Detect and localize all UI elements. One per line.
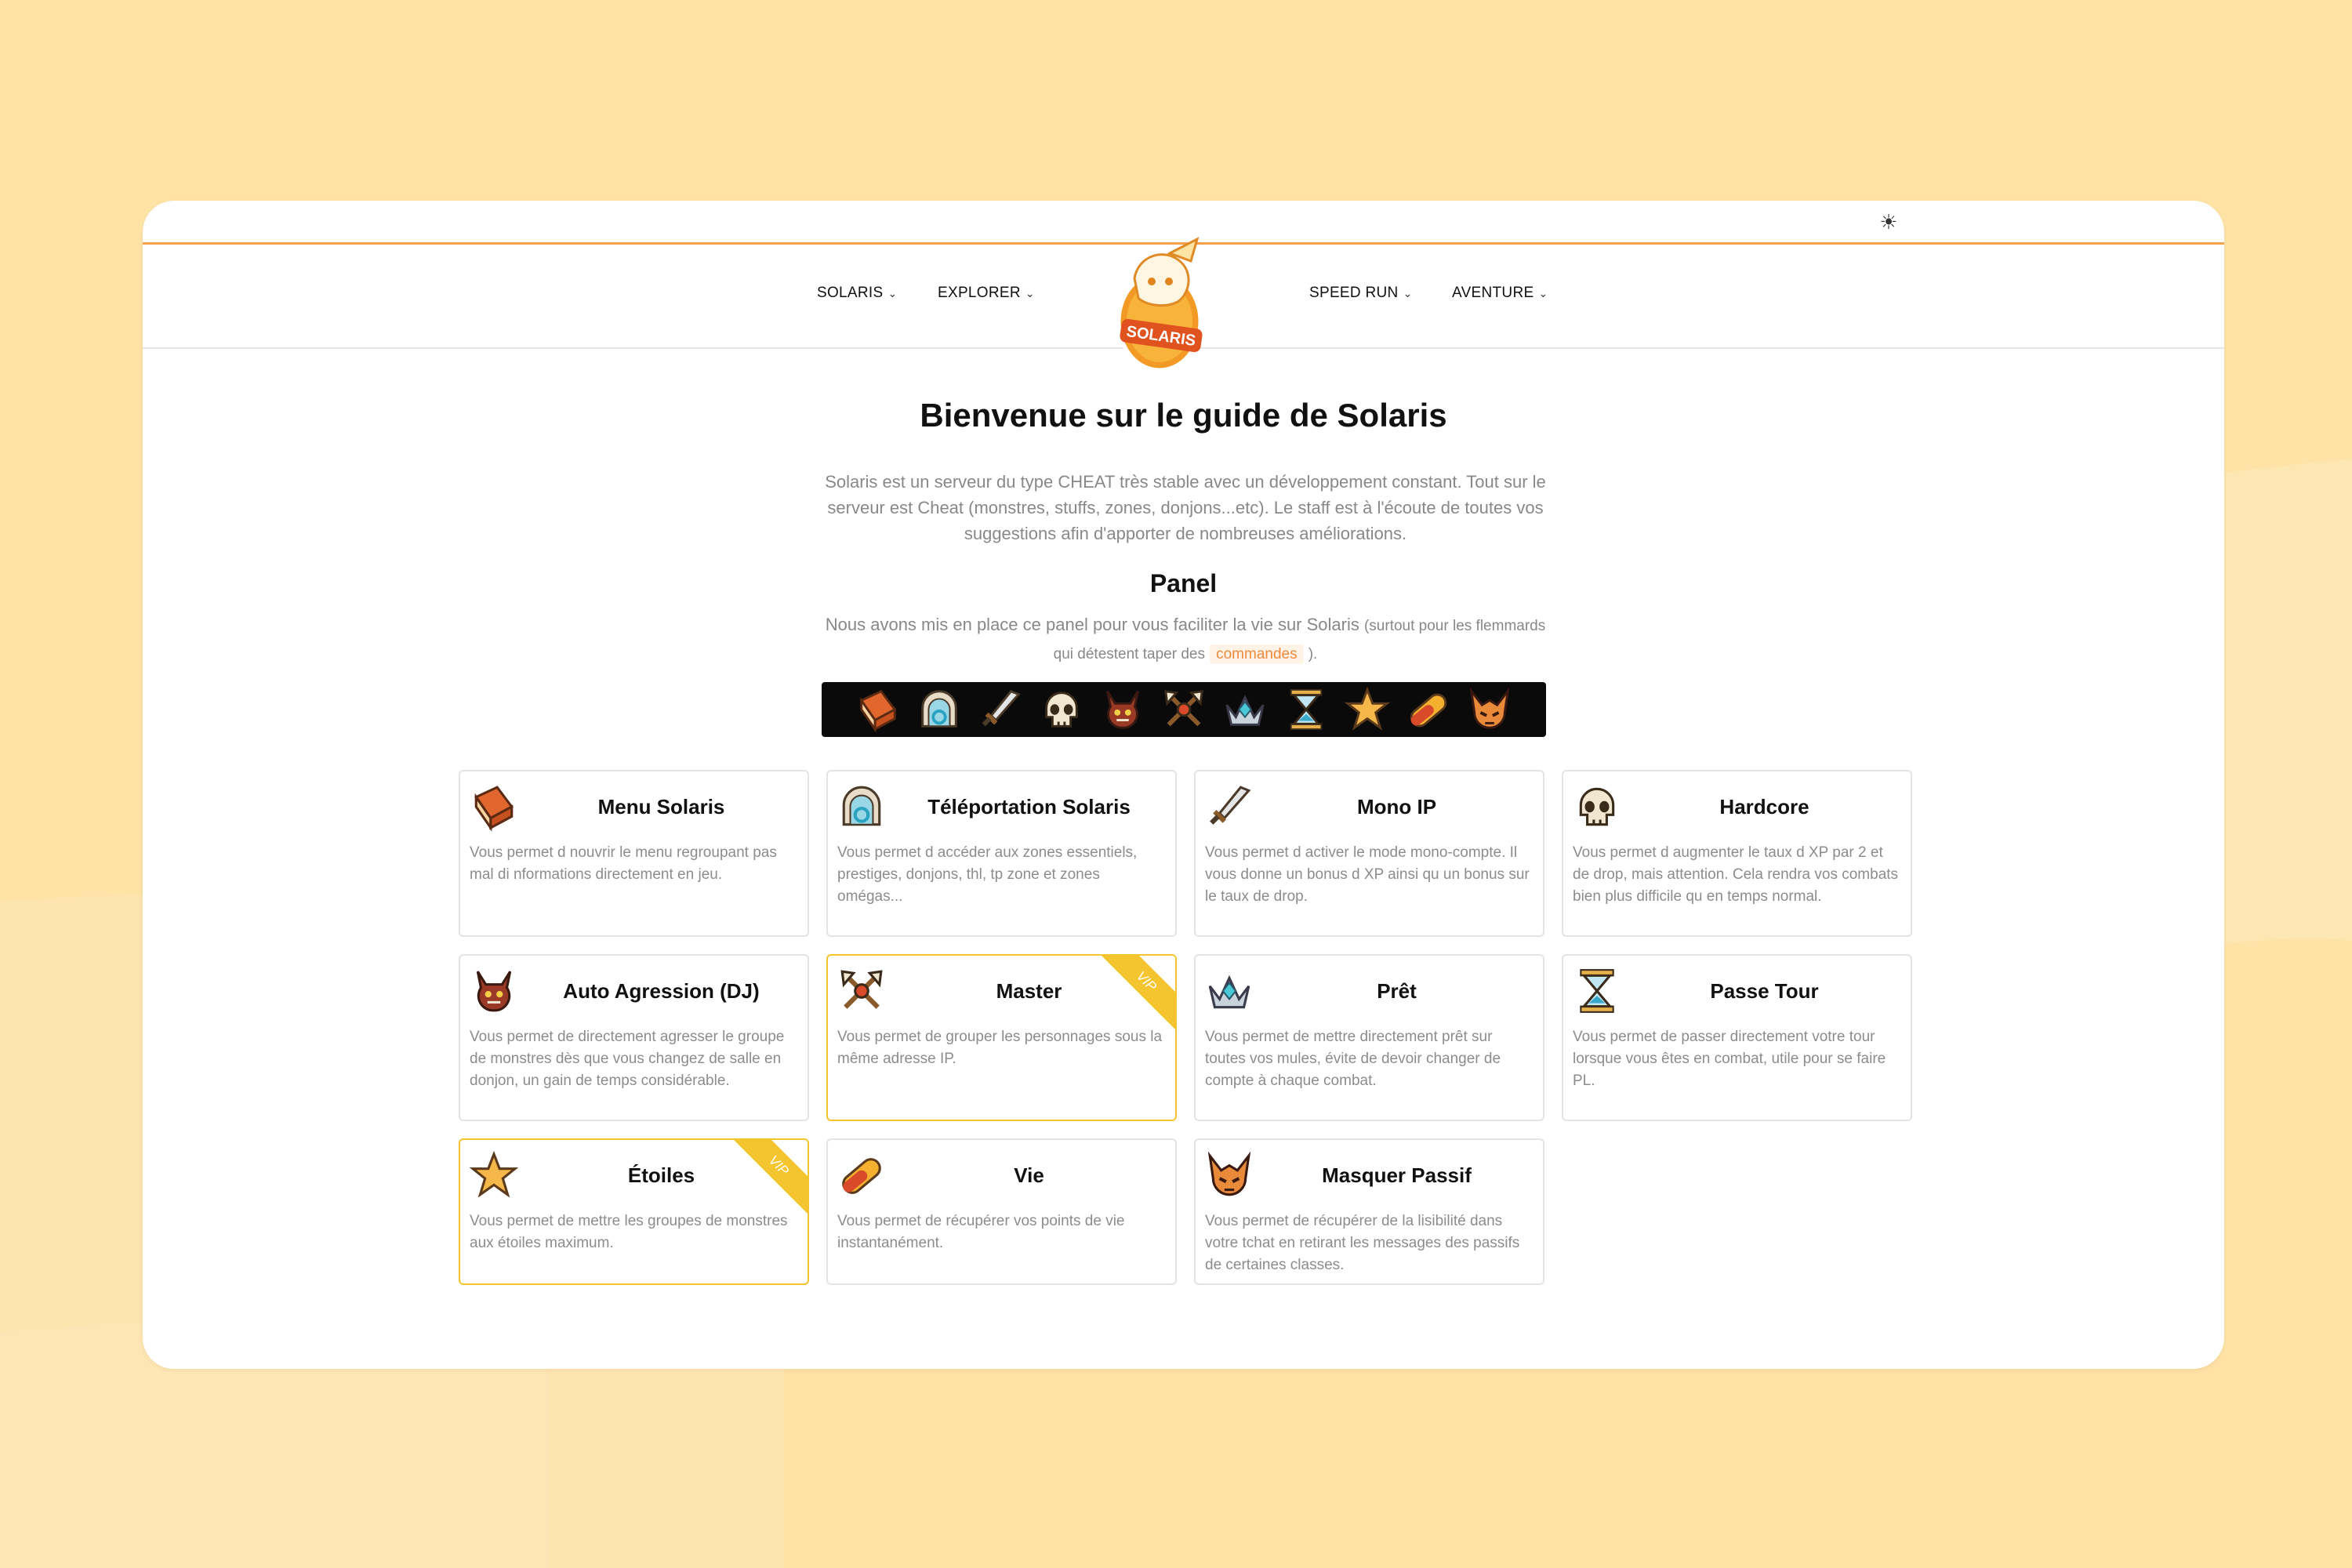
card-description: Vous permet de passer directement votre … bbox=[1573, 1029, 1886, 1089]
browser-window: ☀ SOLARIS ⌄ EXPLORER ⌄ SOLARIS SPEED RUN ⌄ … bbox=[143, 201, 2224, 1369]
chevron-down-icon: ⌄ bbox=[887, 287, 898, 299]
chevron-down-icon: ⌄ bbox=[1538, 287, 1548, 299]
feature-card[interactable]: Étoiles Vous permet de mettre les groupes… bbox=[459, 1138, 809, 1285]
sword-icon bbox=[1205, 782, 1254, 831]
star-icon bbox=[469, 1150, 519, 1200]
demon-icon bbox=[470, 967, 518, 1015]
pill-icon bbox=[837, 1151, 886, 1200]
card-title: Vie bbox=[1014, 1163, 1044, 1187]
card-description: Vous permet de grouper les personnages s… bbox=[837, 1029, 1163, 1067]
nav-solaris-label: SOLARIS bbox=[817, 285, 884, 301]
nav-speed-run-label: SPEED RUN bbox=[1309, 285, 1399, 301]
card-title: Prêt bbox=[1377, 979, 1417, 1003]
card-description: Vous permet d nouvrir le menu regroupant… bbox=[470, 844, 777, 883]
panel-description: Nous avons mis en place ce panel pour vo… bbox=[817, 612, 1554, 668]
page-title: Bienvenue sur le guide de Solaris bbox=[920, 397, 1447, 434]
mask-icon[interactable] bbox=[1467, 687, 1512, 732]
panel-desc-main: Nous avons mis en place ce panel pour vo… bbox=[825, 615, 1359, 634]
card-description: Vous permet de directement agresser le g… bbox=[470, 1029, 785, 1089]
card-title: Téléportation Solaris bbox=[927, 795, 1131, 818]
feature-card[interactable]: Master Vous permet de grouper les personn… bbox=[826, 954, 1177, 1121]
card-title: Menu Solaris bbox=[597, 795, 725, 818]
feature-card[interactable]: Prêt Vous permet de mettre directement pr… bbox=[1194, 954, 1544, 1121]
skull-icon[interactable] bbox=[1039, 687, 1084, 732]
chevron-down-icon: ⌄ bbox=[1403, 287, 1413, 299]
panel-icon-bar bbox=[822, 682, 1546, 737]
nav-speed-run[interactable]: SPEED RUN ⌄ bbox=[1309, 285, 1413, 302]
card-description: Vous permet de récupérer de la lisibilit… bbox=[1205, 1213, 1520, 1273]
card-title: Passe Tour bbox=[1710, 979, 1819, 1003]
panel-desc-end: ). bbox=[1308, 646, 1318, 662]
book-icon bbox=[470, 782, 518, 832]
chevron-down-icon: ⌄ bbox=[1025, 287, 1035, 299]
intro-text: Solaris est un serveur du type CHEAT trè… bbox=[825, 472, 1546, 543]
hourglass-icon[interactable] bbox=[1283, 687, 1329, 732]
card-description: Vous permet d accéder aux zones essentie… bbox=[837, 844, 1138, 905]
commandes-tag[interactable]: commandes bbox=[1210, 644, 1304, 664]
solaris-logo[interactable]: SOLARIS bbox=[1103, 231, 1221, 376]
crossed-axes-icon[interactable] bbox=[1161, 687, 1207, 732]
card-title: Masquer Passif bbox=[1322, 1163, 1472, 1187]
feature-card[interactable]: Mono IP Vous permet d activer le mode mon… bbox=[1194, 770, 1544, 937]
pill-icon[interactable] bbox=[1406, 687, 1451, 732]
card-title: Hardcore bbox=[1719, 795, 1809, 818]
portal-icon bbox=[837, 782, 886, 831]
feature-card[interactable]: Masquer Passif Vous permet de récupérer d… bbox=[1194, 1138, 1544, 1285]
card-description: Vous permet de mettre directement prêt s… bbox=[1205, 1029, 1501, 1089]
demon-icon[interactable] bbox=[1100, 687, 1145, 732]
card-title: Auto Agression (DJ) bbox=[563, 979, 760, 1003]
panel-title: Panel bbox=[1149, 569, 1218, 597]
hourglass-icon bbox=[1573, 967, 1621, 1015]
card-description: Vous permet de mettre les groupes de mon… bbox=[470, 1213, 788, 1251]
crown-icon[interactable] bbox=[1222, 687, 1268, 732]
navbar: SOLARIS ⌄ EXPLORER ⌄ SOLARIS SPEED RUN ⌄ AV… bbox=[143, 237, 2224, 372]
skull-icon bbox=[1573, 782, 1621, 831]
feature-card[interactable]: Téléportation Solaris Vous permet d accéd… bbox=[826, 770, 1177, 937]
sword-icon[interactable] bbox=[978, 687, 1023, 732]
nav-explorer[interactable]: EXPLORER ⌄ bbox=[938, 285, 1035, 302]
card-description: Vous permet d activer le mode mono-compt… bbox=[1205, 844, 1530, 905]
mask-icon bbox=[1205, 1151, 1254, 1200]
nav-aventure[interactable]: AVENTURE ⌄ bbox=[1452, 285, 1548, 302]
card-description: Vous permet de récupérer vos points de v… bbox=[837, 1213, 1125, 1251]
card-title: Mono IP bbox=[1356, 795, 1437, 818]
crown-icon bbox=[1205, 967, 1254, 1015]
card-description: Vous permet d augmenter le taux d XP par… bbox=[1573, 844, 1899, 905]
feature-card[interactable]: Passe Tour Vous permet de passer directem… bbox=[1562, 954, 1912, 1121]
sun-icon[interactable]: ☀ bbox=[1875, 209, 1902, 235]
nav-explorer-label: EXPLORER bbox=[938, 285, 1021, 301]
feature-card[interactable]: Menu Solaris Vous permet d nouvrir le men… bbox=[459, 770, 809, 937]
star-icon[interactable] bbox=[1344, 686, 1391, 732]
nav-aventure-label: AVENTURE bbox=[1452, 285, 1534, 301]
feature-card[interactable]: Hardcore Vous permet d augmenter le taux … bbox=[1562, 770, 1912, 937]
portal-icon[interactable] bbox=[916, 687, 962, 732]
book-icon[interactable] bbox=[855, 687, 901, 733]
feature-card[interactable]: Auto Agression (DJ) Vous permet de direct… bbox=[459, 954, 809, 1121]
crossed-axes-icon bbox=[837, 967, 886, 1015]
feature-card[interactable]: Vie Vous permet de récupérer vos points d… bbox=[826, 1138, 1177, 1285]
nav-solaris[interactable]: SOLARIS ⌄ bbox=[817, 285, 898, 302]
